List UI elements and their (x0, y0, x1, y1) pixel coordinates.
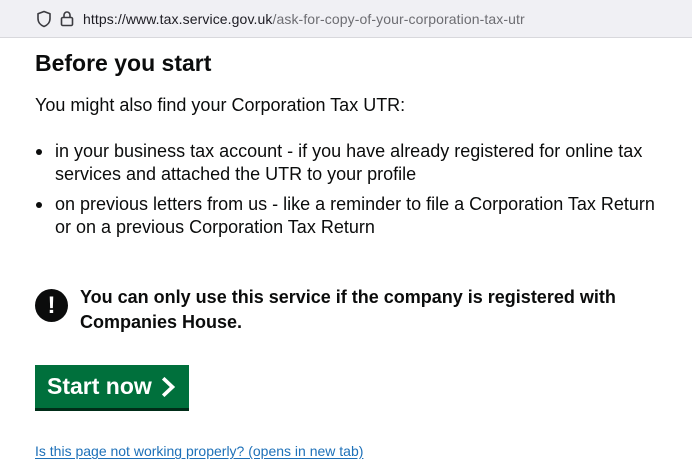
report-problem-link[interactable]: Is this page not working properly? (open… (35, 443, 363, 459)
warning-icon: ! (35, 289, 68, 322)
url-text[interactable]: https://www.tax.service.gov.uk/ask-for-c… (83, 11, 525, 27)
chevron-right-icon (161, 376, 176, 397)
list-item: on previous letters from us - like a rem… (36, 193, 685, 239)
start-now-label: Start now (47, 373, 152, 399)
main-content: Before you start You might also find you… (35, 38, 685, 459)
warning-callout: ! You can only use this service if the c… (35, 285, 655, 335)
warning-text: You can only use this service if the com… (80, 287, 616, 332)
url-host: https://www.tax.service.gov.uk (83, 10, 273, 27)
url-path: /ask-for-copy-of-your-corporation-tax-ut… (272, 10, 525, 27)
shield-icon[interactable] (36, 10, 52, 28)
lock-icon[interactable] (60, 10, 74, 27)
intro-text: You might also find your Corporation Tax… (35, 95, 406, 115)
address-bar[interactable]: https://www.tax.service.gov.uk/ask-for-c… (0, 0, 692, 38)
start-now-button[interactable]: Start now (35, 365, 189, 408)
utr-locations-list: in your business tax account - if you ha… (35, 140, 685, 239)
page-title: Before you start (35, 50, 212, 76)
list-item: in your business tax account - if you ha… (36, 140, 685, 186)
